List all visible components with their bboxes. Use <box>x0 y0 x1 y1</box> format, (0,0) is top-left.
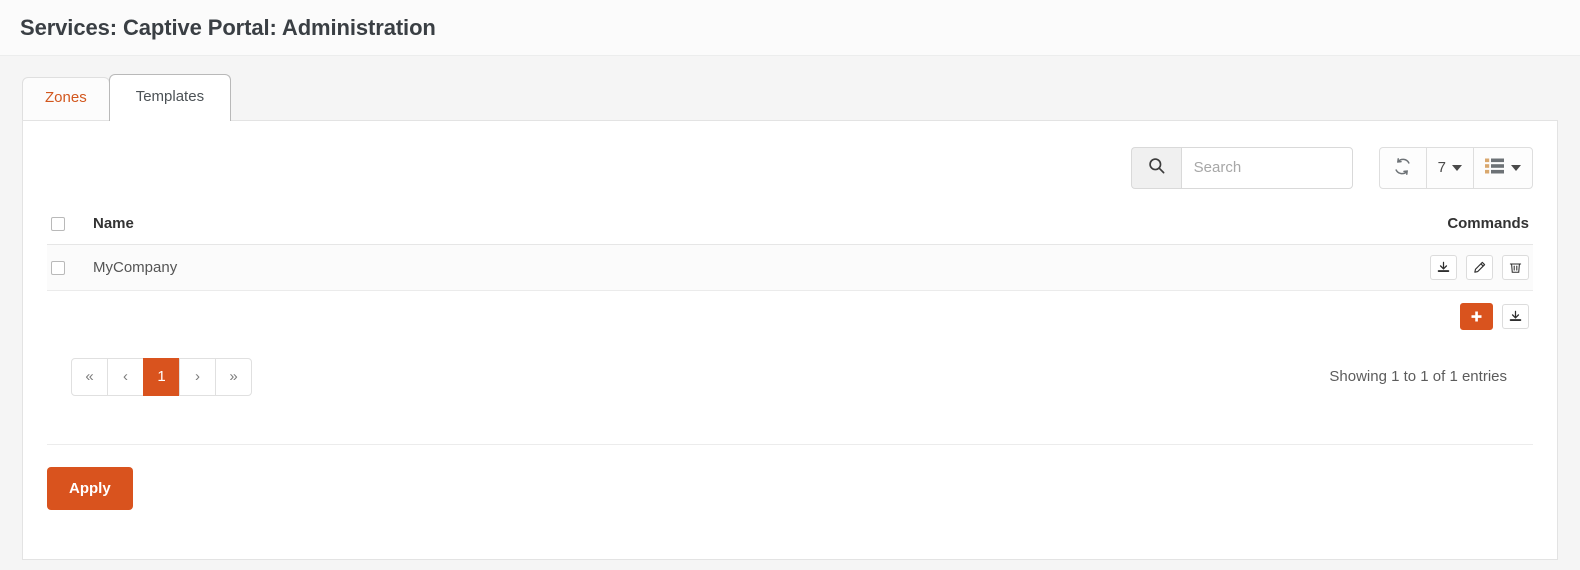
row-select-cell <box>47 244 89 291</box>
add-template-button[interactable] <box>1459 302 1493 330</box>
apply-container: Apply <box>47 445 1533 544</box>
tab-zones-label: Zones <box>45 89 87 106</box>
select-all-checkbox[interactable] <box>51 216 65 231</box>
column-header-name: Name <box>89 206 740 245</box>
pagination-prev[interactable]: ‹ <box>107 357 144 396</box>
tab-templates-label: Templates <box>135 88 205 105</box>
search-icon <box>1147 156 1166 180</box>
pagination: « ‹ 1 › » <box>71 357 252 396</box>
pagination-next[interactable]: › <box>179 357 216 396</box>
tabs-container: Zones Templates <box>0 56 1580 121</box>
pagination-first[interactable]: « <box>71 357 108 396</box>
column-header-commands: Commands <box>739 206 1533 245</box>
table-row[interactable]: MyCompany <box>47 244 1533 291</box>
chevron-down-icon <box>1511 164 1521 171</box>
list-columns-icon <box>1485 158 1505 177</box>
download-all-button[interactable] <box>1502 303 1529 329</box>
search-input[interactable] <box>1180 146 1353 189</box>
table-head: Name Commands <box>47 206 1533 245</box>
search-group <box>1130 146 1353 189</box>
table-footer-actions <box>47 291 1533 330</box>
pagination-last[interactable]: » <box>215 357 252 396</box>
select-all-header <box>47 206 89 245</box>
page-size-value: 7 <box>1437 159 1446 177</box>
page-header: Services: Captive Portal: Administration <box>0 0 1580 56</box>
refresh-icon <box>1393 157 1412 179</box>
entries-info: Showing 1 to 1 of 1 entries <box>1329 368 1507 386</box>
page-title: Services: Captive Portal: Administration <box>20 14 436 40</box>
refresh-button[interactable] <box>1378 146 1427 189</box>
row-checkbox[interactable] <box>51 260 65 275</box>
pagination-row: « ‹ 1 › » Showing 1 to 1 of 1 entries <box>47 330 1533 396</box>
edit-template-button[interactable] <box>1465 254 1493 280</box>
pagination-page-1[interactable]: 1 <box>143 357 180 396</box>
chevron-down-icon <box>1452 164 1462 171</box>
page-size-dropdown[interactable]: 7 <box>1425 146 1474 189</box>
templates-panel: 7 <box>22 119 1558 560</box>
column-visibility-dropdown[interactable] <box>1473 146 1533 189</box>
captive-portal-admin-page: Services: Captive Portal: Administration… <box>0 0 1580 570</box>
templates-table: Name Commands MyCompany <box>47 206 1533 291</box>
table-toolbar: 7 <box>47 121 1533 189</box>
tab-zones[interactable]: Zones <box>22 77 110 120</box>
search-button[interactable] <box>1130 146 1181 189</box>
tab-list: Zones Templates <box>22 74 1558 121</box>
row-name-cell: MyCompany <box>89 244 740 291</box>
table-header-row: Name Commands <box>47 206 1533 245</box>
download-template-button[interactable] <box>1429 254 1457 280</box>
row-commands-cell <box>739 244 1533 291</box>
apply-button[interactable]: Apply <box>47 466 133 510</box>
table-controls: 7 <box>1378 146 1533 189</box>
delete-template-button[interactable] <box>1502 254 1529 280</box>
table-body: MyCompany <box>47 244 1533 291</box>
tab-templates[interactable]: Templates <box>108 74 232 121</box>
